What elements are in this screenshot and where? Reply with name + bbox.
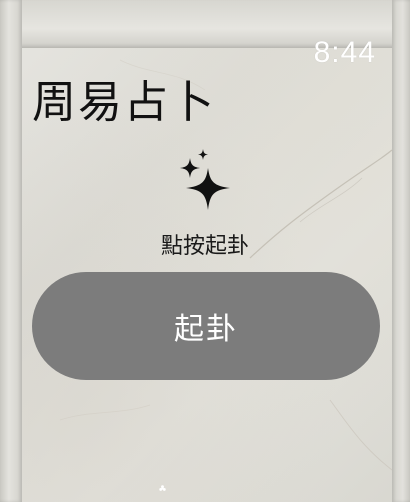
page-title: 周易占卜 (32, 77, 216, 128)
sparkles-icon (180, 149, 230, 210)
page-indicator-icon (159, 485, 166, 491)
status-bar-time: 8:44 (313, 36, 376, 69)
tap-hint-text: 點按起卦 (160, 234, 249, 259)
cast-hexagram-button[interactable]: 起卦 (32, 272, 380, 380)
